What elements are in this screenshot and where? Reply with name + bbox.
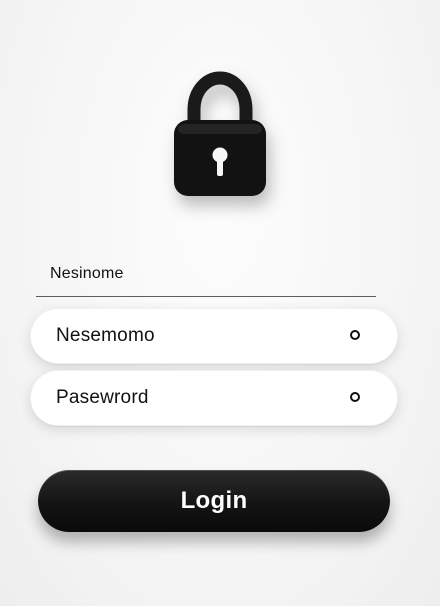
lock-icon xyxy=(166,66,274,206)
password-text: Pasewrord xyxy=(56,387,149,408)
username-text: Nesemomo xyxy=(56,325,155,346)
password-input[interactable]: Pasewrord xyxy=(30,370,398,426)
ring-icon xyxy=(350,392,360,402)
username-input[interactable]: Nesemomo xyxy=(30,308,398,364)
form-label: Nesinome xyxy=(50,265,124,282)
ring-icon xyxy=(350,330,360,340)
divider xyxy=(36,296,376,297)
login-screen: Nesinome Nesemomo Pasewrord Login xyxy=(0,0,440,606)
login-button[interactable]: Login xyxy=(38,470,390,532)
